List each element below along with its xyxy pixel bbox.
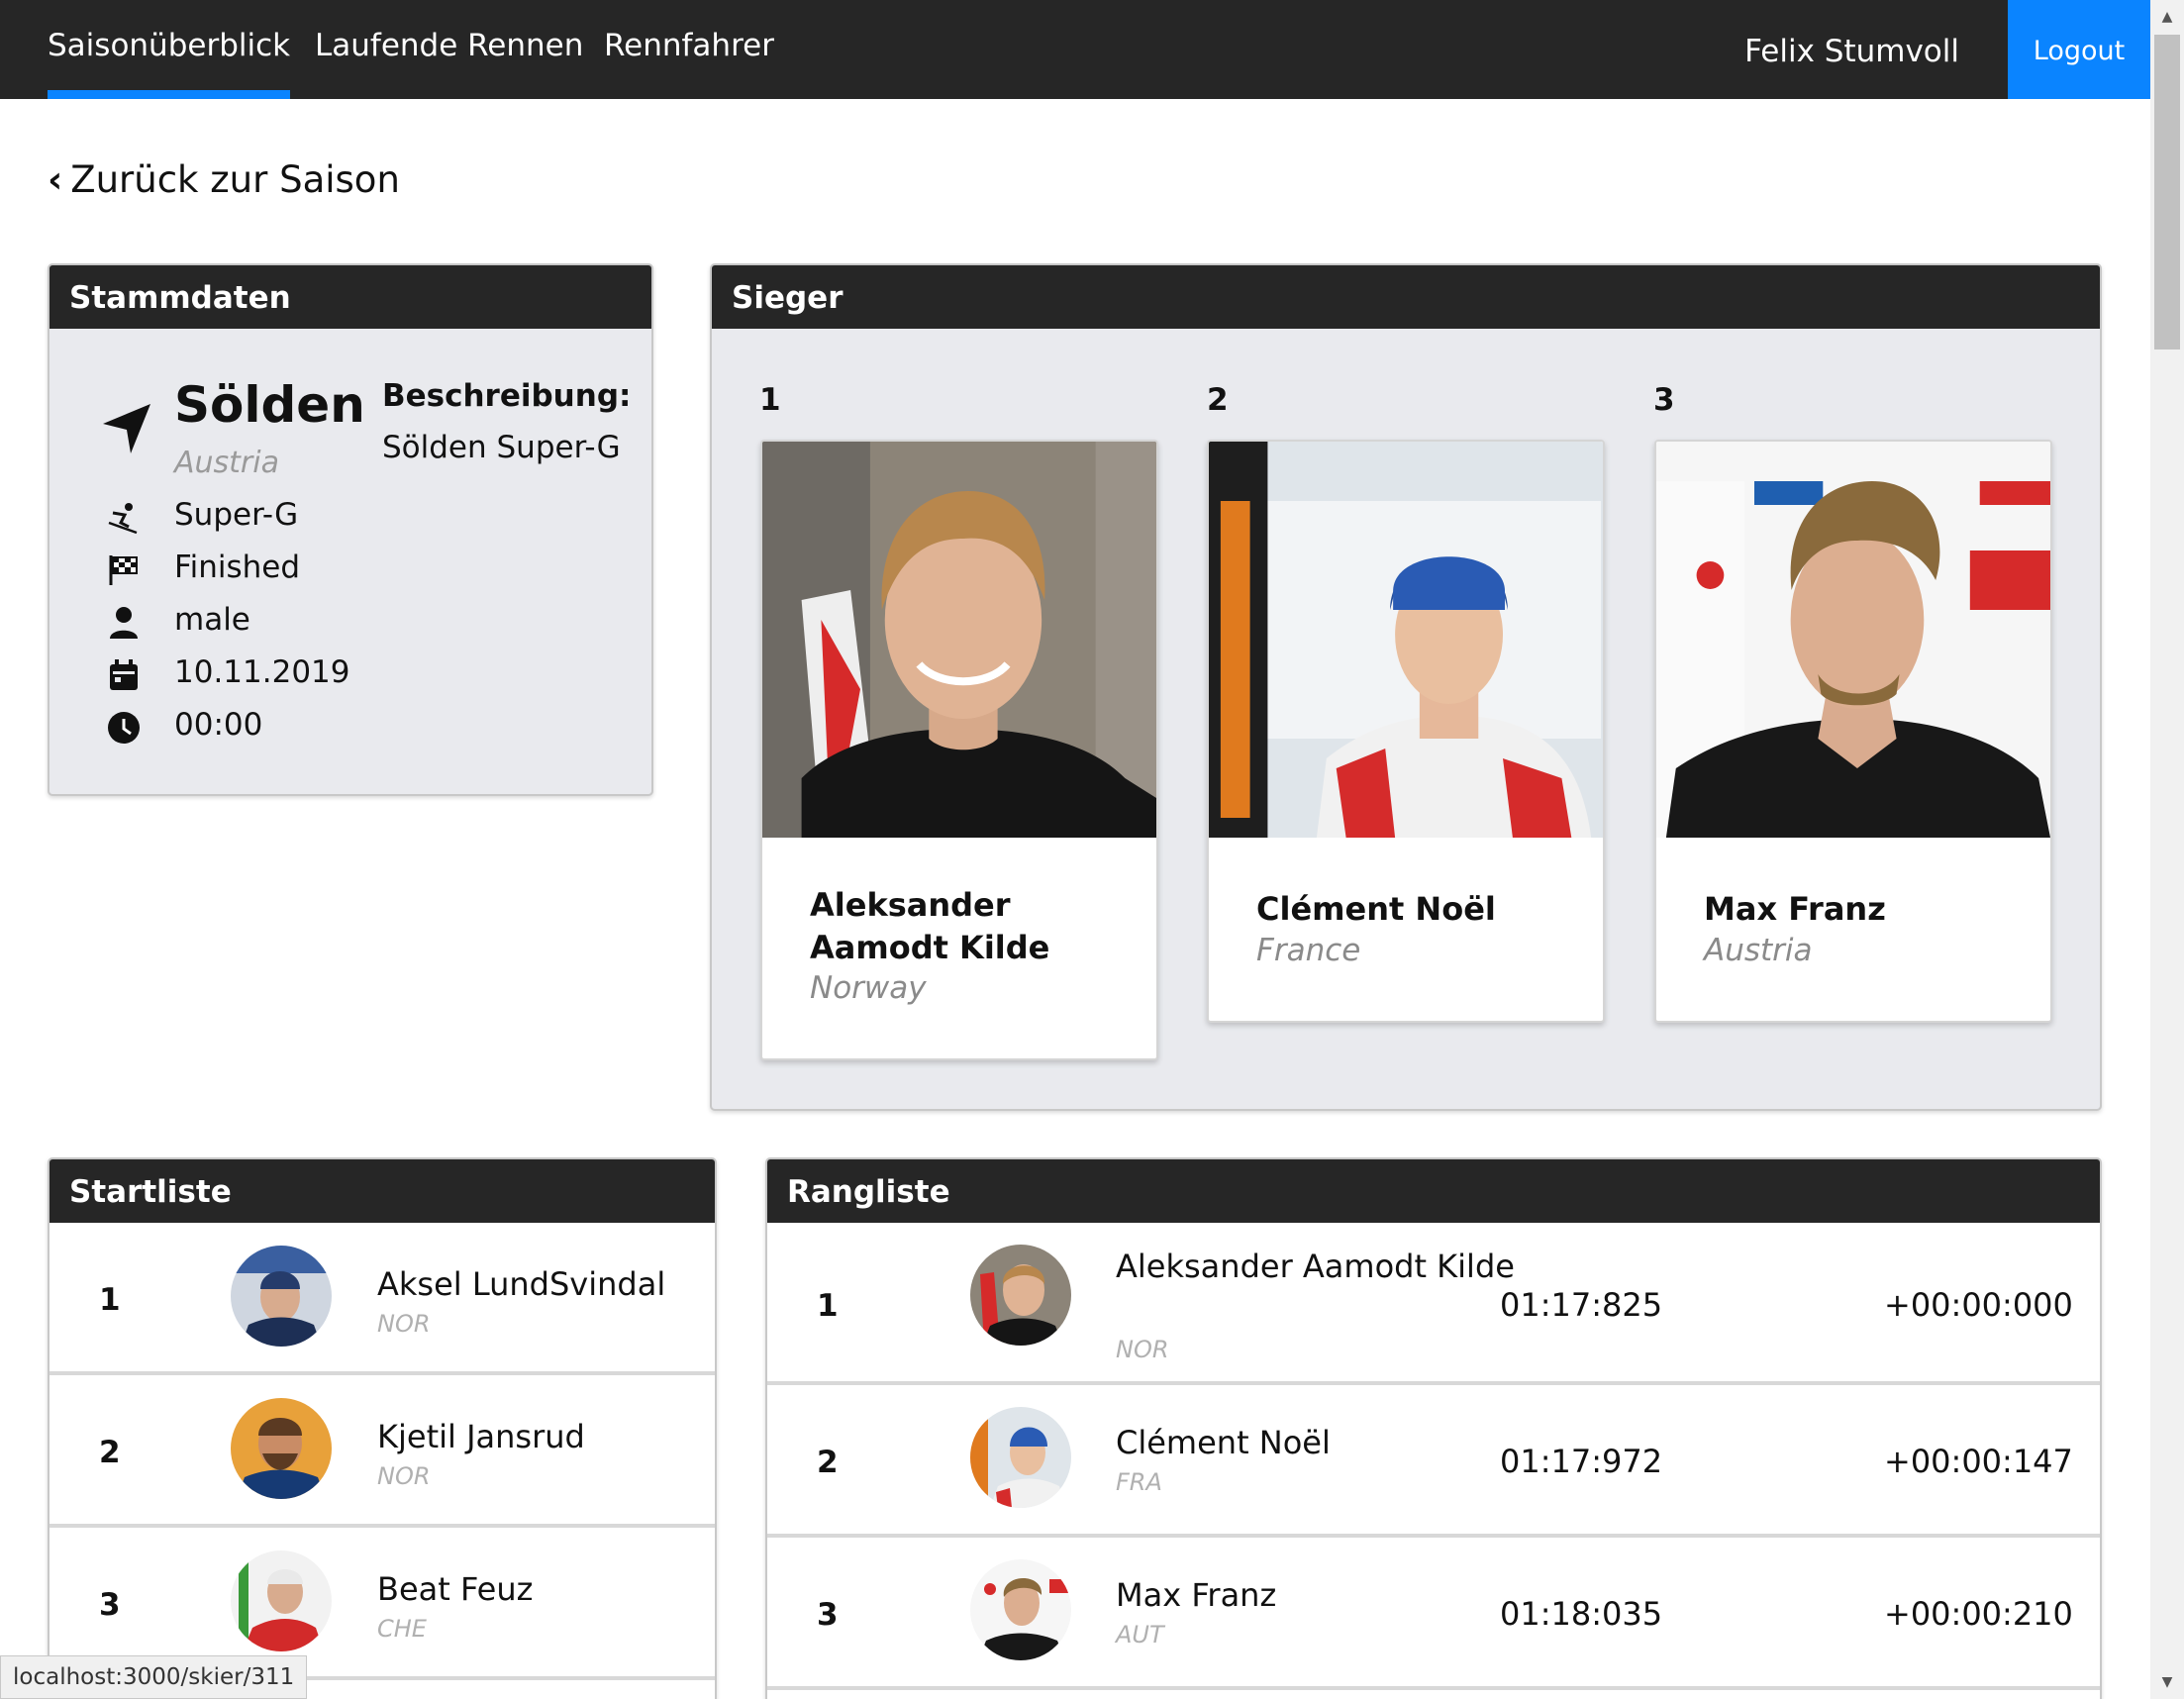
avatar bbox=[970, 1245, 1071, 1346]
scroll-thumb[interactable] bbox=[2154, 35, 2180, 350]
sieger-panel: Sieger 1 2 3 Aleksander Aamodt Kilde Nor… bbox=[710, 263, 2102, 1111]
winner-rank-1: 1 bbox=[759, 382, 781, 418]
rank-position: 3 bbox=[817, 1597, 839, 1633]
checkered-flag-icon bbox=[109, 555, 138, 585]
nav-rennfahrer[interactable]: Rennfahrer bbox=[604, 0, 774, 99]
winner-rank-3: 3 bbox=[1653, 382, 1675, 418]
winner-country-2: France bbox=[1256, 933, 1361, 968]
start-position: 3 bbox=[99, 1587, 121, 1623]
rangliste-row[interactable]: 1 Aleksander Aamodt Kilde NOR 01:17:825 … bbox=[767, 1225, 2100, 1385]
winner-card-2[interactable]: Clément Noël France bbox=[1207, 440, 1605, 1023]
rank-nation: AUT bbox=[1116, 1621, 1164, 1649]
browser-status-url: localhost:3000/skier/311 bbox=[0, 1655, 308, 1699]
rangliste-row[interactable]: 2 Clément Noël FRA 01:17:972 +00:00:147 bbox=[767, 1387, 2100, 1538]
start-name: Kjetil Jansrud bbox=[377, 1418, 585, 1455]
skier-icon bbox=[108, 503, 138, 535]
winner-rank-2: 2 bbox=[1207, 382, 1229, 418]
location-arrow-icon bbox=[103, 404, 150, 453]
back-to-season-link[interactable]: ‹ Zurück zur Saison bbox=[48, 158, 400, 201]
rank-time: 01:17:972 bbox=[1500, 1443, 1663, 1480]
rank-position: 1 bbox=[817, 1288, 839, 1324]
startliste-row[interactable]: 1 Aksel LundSvindal NOR bbox=[50, 1225, 715, 1375]
clock-icon bbox=[108, 712, 140, 744]
status-value: Finished bbox=[174, 550, 300, 585]
back-link-label: Zurück zur Saison bbox=[70, 158, 400, 201]
scroll-down-arrow-icon[interactable]: ▼ bbox=[2150, 1665, 2184, 1699]
rank-diff: +00:00:147 bbox=[1884, 1443, 2073, 1480]
rank-time: 01:18:035 bbox=[1500, 1595, 1663, 1633]
gender-value: male bbox=[174, 602, 250, 638]
rangliste-row[interactable]: 3 Max Franz AUT 01:18:035 +00:00:210 bbox=[767, 1540, 2100, 1690]
sieger-header: Sieger bbox=[712, 265, 2100, 329]
rangliste-panel: Rangliste 1 Aleksander Aamodt Kilde NOR … bbox=[765, 1157, 2102, 1699]
startliste-panel: Startliste 1 Aksel LundSvindal NOR 2 Kje… bbox=[48, 1157, 717, 1699]
chevron-left-icon: ‹ bbox=[48, 158, 63, 201]
rank-position: 2 bbox=[817, 1445, 839, 1480]
nav-laufende-rennen[interactable]: Laufende Rennen bbox=[315, 0, 583, 99]
startliste-header: Startliste bbox=[50, 1159, 715, 1223]
avatar bbox=[970, 1559, 1071, 1660]
start-nation: CHE bbox=[377, 1615, 427, 1643]
nav-saisonueberblick[interactable]: Saisonüberblick bbox=[48, 0, 291, 99]
rank-time: 01:17:825 bbox=[1500, 1286, 1663, 1324]
description-value: Sölden Super-G bbox=[382, 430, 621, 465]
rangliste-header: Rangliste bbox=[767, 1159, 2100, 1223]
discipline-value: Super-G bbox=[174, 497, 299, 533]
winner-photo-franz bbox=[1656, 442, 2050, 838]
description-label: Beschreibung: bbox=[382, 378, 632, 414]
location-country: Austria bbox=[174, 446, 279, 480]
rank-nation: NOR bbox=[1116, 1336, 1169, 1363]
scroll-up-arrow-icon[interactable]: ▲ bbox=[2150, 0, 2184, 34]
user-icon bbox=[110, 607, 138, 639]
rank-name: Aleksander Aamodt Kilde bbox=[1116, 1248, 1515, 1285]
user-name: Felix Stumvoll bbox=[1744, 34, 1959, 69]
avatar bbox=[231, 1246, 332, 1347]
winner-country-3: Austria bbox=[1704, 933, 1813, 968]
winner-name-1: Aleksander Aamodt Kilde bbox=[810, 886, 1050, 966]
page-scrollbar[interactable]: ▲ ▼ bbox=[2150, 0, 2184, 1699]
time-value: 00:00 bbox=[174, 707, 263, 743]
date-value: 10.11.2019 bbox=[174, 654, 350, 690]
rank-diff: +00:00:210 bbox=[1884, 1595, 2073, 1633]
avatar bbox=[231, 1398, 332, 1499]
start-name: Beat Feuz bbox=[377, 1570, 534, 1608]
winner-photo-kilde bbox=[762, 442, 1156, 838]
rank-nation: FRA bbox=[1116, 1468, 1162, 1496]
winner-card-3[interactable]: Max Franz Austria bbox=[1654, 440, 2052, 1023]
rank-name: Clément Noël bbox=[1116, 1424, 1331, 1461]
rank-diff: +00:00:000 bbox=[1884, 1286, 2073, 1324]
avatar bbox=[970, 1407, 1071, 1508]
start-nation: NOR bbox=[377, 1462, 431, 1490]
stammdaten-panel: Stammdaten Sölden Austria Super-G Finish… bbox=[48, 263, 653, 796]
start-position: 1 bbox=[99, 1282, 121, 1318]
avatar bbox=[231, 1550, 332, 1651]
start-name: Aksel LundSvindal bbox=[377, 1265, 666, 1303]
start-position: 2 bbox=[99, 1435, 121, 1470]
top-navbar: Saisonüberblick Laufende Rennen Rennfahr… bbox=[0, 0, 2150, 99]
startliste-row[interactable]: 2 Kjetil Jansrud NOR bbox=[50, 1377, 715, 1528]
logout-button[interactable]: Logout bbox=[2008, 0, 2150, 99]
winner-card-1[interactable]: Aleksander Aamodt Kilde Norway bbox=[760, 440, 1158, 1060]
location-name: Sölden bbox=[174, 376, 365, 434]
winner-photo-noel bbox=[1209, 442, 1603, 838]
winner-name-2: Clément Noël bbox=[1256, 890, 1496, 928]
calendar-icon bbox=[110, 659, 138, 690]
rank-name: Max Franz bbox=[1116, 1576, 1277, 1614]
winner-country-1: Norway bbox=[810, 970, 927, 1006]
winner-name-3: Max Franz bbox=[1704, 890, 1886, 928]
start-nation: NOR bbox=[377, 1310, 431, 1338]
